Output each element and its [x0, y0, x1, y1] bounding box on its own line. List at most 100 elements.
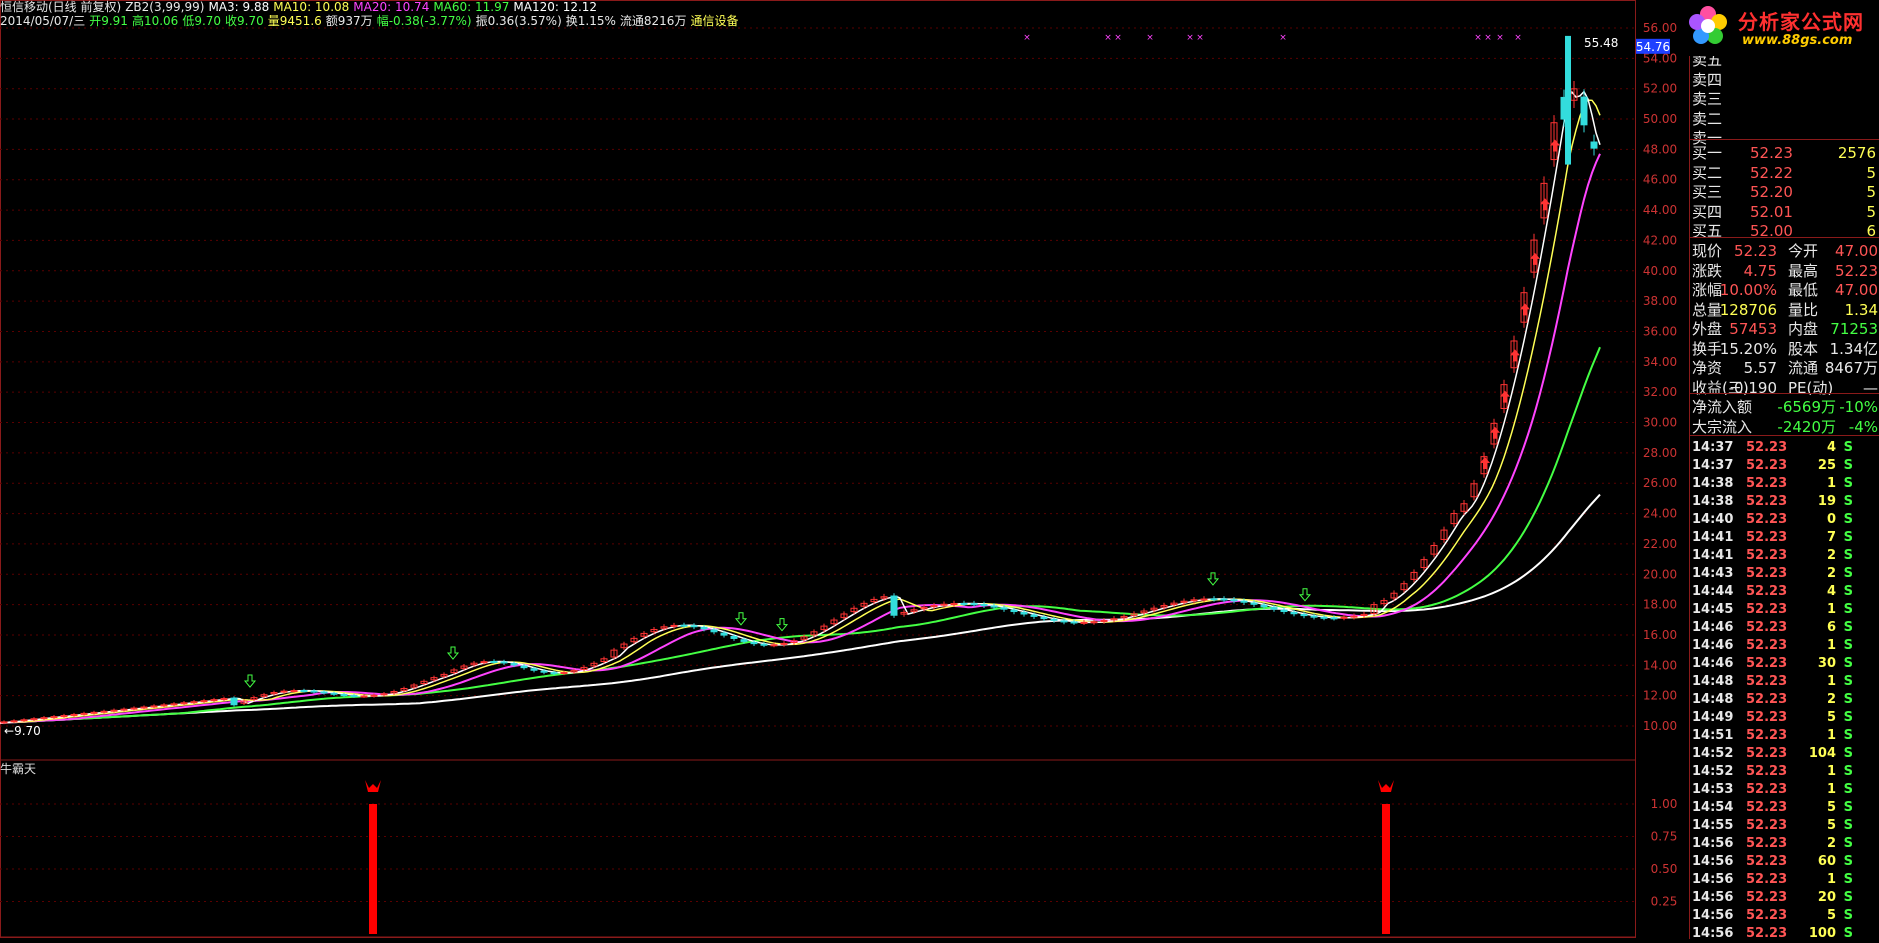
- quote-value: 52.23: [1734, 242, 1777, 260]
- tick-time: 14:52: [1692, 764, 1734, 779]
- tick-side: S: [1843, 746, 1853, 761]
- candle-body: [1010, 609, 1018, 613]
- tick-row: 14:37 52.23 4 S: [1690, 439, 1879, 457]
- tick-price: 52.23: [1746, 458, 1788, 473]
- tick-side: S: [1843, 548, 1853, 563]
- candle-body: [500, 661, 508, 664]
- tick-row: 14:41 52.23 7 S: [1690, 529, 1879, 547]
- tick-row: 14:48 52.23 1 S: [1690, 673, 1879, 691]
- tick-price: 52.23: [1746, 836, 1788, 851]
- tick-side: S: [1843, 494, 1853, 509]
- quote-value: 128706: [1719, 300, 1777, 319]
- tick-price: 52.23: [1746, 530, 1788, 545]
- quote-row: 外盘 57453 内盘 71253: [1690, 319, 1879, 339]
- tick-price: 52.23: [1746, 782, 1788, 797]
- ma60-line: [0, 346, 1601, 724]
- kline-chart-area[interactable]: 56.00 54.00 52.00 50.00 48.00 46.00 44.00 42.00…: [0, 0, 1677, 939]
- candle-body: [490, 660, 498, 663]
- quote-label: 量比: [1788, 300, 1819, 319]
- tick-row: 14:56 52.23 1 S: [1690, 871, 1879, 889]
- flow-value: -6569万: [1777, 398, 1836, 416]
- indicator-name: 牛霸天: [0, 762, 37, 776]
- tick-row: 14:48 52.23 2 S: [1690, 691, 1879, 709]
- panel-divider: [1690, 393, 1879, 394]
- candle-body: [980, 604, 988, 607]
- header-line1-item: MA120: 12.12: [513, 0, 598, 14]
- tick-volume: 6: [1826, 620, 1836, 635]
- header-line2-item: 量9451.6: [267, 14, 322, 28]
- tick-row: 14:49 52.23 5 S: [1690, 709, 1879, 727]
- price-tick-label: 56.00: [1643, 21, 1677, 35]
- tick-row: 14:46 52.23 1 S: [1690, 637, 1879, 655]
- candle-body: [1340, 616, 1348, 619]
- candle-body: [560, 672, 568, 675]
- candle-body: [290, 690, 298, 693]
- tick-row: 14:43 52.23 2 S: [1690, 565, 1879, 583]
- sell-arrow-icon: [446, 646, 460, 660]
- tick-row: 14:41 52.23 2 S: [1690, 547, 1879, 565]
- tick-side: S: [1843, 908, 1853, 923]
- buy-level-volume: 5: [1866, 183, 1876, 201]
- tick-row: 14:54 52.23 5 S: [1690, 799, 1879, 817]
- candle-body: [1260, 604, 1268, 608]
- candle-body: [1000, 607, 1008, 610]
- buy-level-volume: 6: [1866, 222, 1876, 240]
- candle-body: [530, 668, 538, 671]
- tick-volume: 1: [1826, 872, 1836, 887]
- quote-row: 涨跌 4.75 最高 52.23: [1690, 261, 1879, 281]
- candle-body: [1030, 614, 1038, 617]
- candle-body: [160, 704, 168, 707]
- price-tick-label: 22.00: [1643, 537, 1677, 551]
- tick-side: S: [1843, 836, 1853, 851]
- tick-volume: 25: [1817, 458, 1836, 473]
- signal-x-marker: ×: [1104, 33, 1112, 43]
- current-price-tag-label: 54.76: [1636, 40, 1670, 54]
- candle-body: [1040, 616, 1048, 620]
- candle-body: [680, 624, 688, 627]
- indicator-tick-label: 1.00: [1651, 797, 1678, 811]
- candle-body: [370, 694, 378, 697]
- candle-body: [1070, 621, 1078, 624]
- quote-value: 57453: [1729, 320, 1777, 338]
- tick-time: 14:55: [1692, 818, 1734, 833]
- kline-chart-svg[interactable]: 56.0054.0052.0050.0048.0046.0044.0042.00…: [0, 0, 1689, 939]
- tick-row: 14:37 52.23 25 S: [1690, 457, 1879, 475]
- tick-volume: 1: [1826, 638, 1836, 653]
- price-tick-label: 34.00: [1643, 355, 1677, 369]
- tick-side: S: [1843, 458, 1853, 473]
- tick-side: S: [1843, 584, 1853, 599]
- tick-time: 14:56: [1692, 890, 1734, 905]
- candle-body: [20, 719, 28, 722]
- tick-volume: 20: [1817, 890, 1836, 905]
- candle-body: [360, 695, 368, 698]
- min-price-value: 9.70: [14, 724, 41, 738]
- tick-price: 52.23: [1746, 926, 1788, 941]
- tick-time: 14:37: [1692, 458, 1734, 473]
- tick-side: S: [1843, 638, 1853, 653]
- tick-side: S: [1843, 764, 1853, 779]
- candle-body: [100, 710, 108, 713]
- tick-side: S: [1843, 800, 1853, 815]
- logo-title: 分析家公式网: [1738, 10, 1864, 34]
- min-price-label: ←9.70: [4, 724, 41, 738]
- quote-row: 收益(三) -0.190 PE(动) —: [1690, 378, 1879, 398]
- tick-row: 14:46 52.23 30 S: [1690, 655, 1879, 673]
- sell-level-row: 卖三: [1690, 89, 1879, 109]
- candle-body: [1250, 602, 1258, 605]
- quote-label: 最低: [1788, 281, 1819, 299]
- candle-body: [970, 603, 978, 606]
- header-line2-item: 额937万: [325, 14, 373, 28]
- candle-body: [210, 699, 218, 702]
- tick-volume: 1: [1826, 674, 1836, 689]
- buy-level-volume: 5: [1866, 202, 1876, 221]
- tick-time: 14:53: [1692, 782, 1734, 797]
- candle-body: [1050, 618, 1058, 621]
- tick-time: 14:41: [1692, 530, 1734, 545]
- buy-level-label: 买二: [1692, 163, 1723, 182]
- flow-row: 大宗流入 -2420万 -4%: [1690, 417, 1879, 437]
- tick-time: 14:37: [1692, 440, 1734, 455]
- tick-price: 52.23: [1746, 692, 1788, 707]
- quote-value: 71253: [1830, 320, 1878, 338]
- candle-body: [310, 690, 318, 693]
- candle-body: [710, 629, 718, 633]
